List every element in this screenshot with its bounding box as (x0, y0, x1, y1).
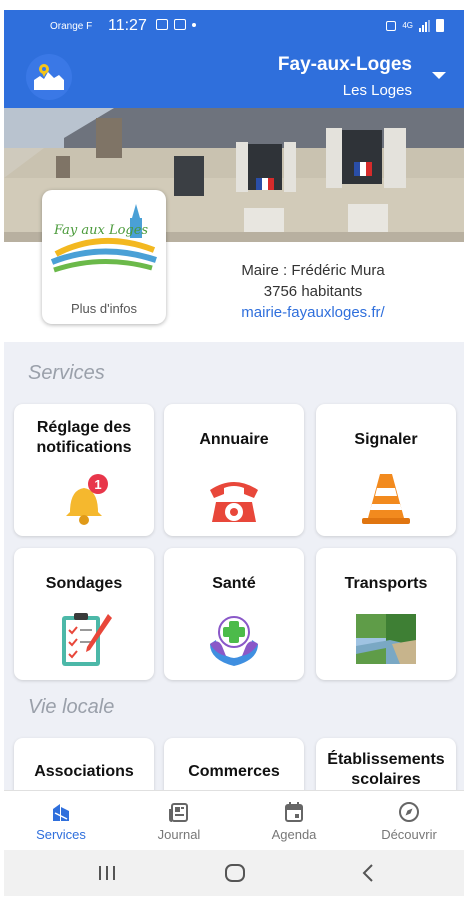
canal-photo-icon (356, 614, 416, 664)
app-header: Fay-aux-Loges Les Loges (4, 44, 464, 108)
app-logo-icon[interactable] (26, 54, 72, 100)
commune-logo-card[interactable]: Fay aux Loges Plus d'infos (42, 190, 166, 324)
svg-text:Fay aux Loges: Fay aux Loges (53, 223, 148, 238)
alarm-icon (386, 20, 397, 31)
newspaper-icon (169, 803, 188, 822)
section-title-services: Services (28, 362, 105, 384)
tile-label: Établissements scolaires (327, 751, 445, 788)
message-icon (174, 19, 186, 30)
nav-journal[interactable]: Journal (134, 801, 224, 842)
clipboard-icon (62, 613, 112, 666)
battery-icon (436, 19, 444, 32)
nav-label: Services (36, 827, 86, 842)
tile-label: Annuaire (199, 431, 269, 448)
tile-commerces[interactable]: Commerces (164, 738, 304, 790)
nav-agenda[interactable]: Agenda (249, 801, 339, 842)
mayor-name: Maire : Frédéric Mura (241, 262, 385, 279)
website-link[interactable]: mairie-fayauxloges.fr/ (208, 302, 418, 323)
mayor-info: Maire : Frédéric Mura 3756 habitants mai… (208, 260, 418, 323)
gallery-icon (156, 19, 168, 30)
clock: 11:27 (108, 17, 147, 34)
city-selector[interactable]: Fay-aux-Loges Les Loges (278, 54, 412, 99)
home-icon[interactable] (224, 863, 246, 883)
tile-label: Transports (344, 575, 428, 592)
tile-label: Signaler (354, 431, 418, 448)
tile-sante[interactable]: Santé (164, 548, 304, 680)
phone-screen: Orange F 11:27 4G Fay-aux-Loges Les Loge… (4, 10, 464, 896)
tile-label: Associations (34, 763, 134, 780)
notification-icons (156, 19, 196, 30)
tile-label: Commerces (188, 763, 280, 780)
city-name: Fay-aux-Loges (277, 54, 412, 75)
carrier-label: Orange F (50, 21, 93, 32)
more-dot-icon (192, 22, 196, 27)
status-bar: Orange F 11:27 4G (4, 10, 464, 44)
tile-transports[interactable]: Transports (316, 548, 456, 680)
bottom-navigation: Services Journal Agenda Découvrir (4, 790, 464, 850)
commune-logo-icon: Fay aux Loges (50, 204, 157, 273)
system-icons: 4G (386, 19, 444, 32)
services-icon (53, 804, 69, 821)
tile-label: Santé (212, 575, 256, 592)
tile-annuaire[interactable]: Annuaire (164, 404, 304, 536)
signal-icon (419, 19, 430, 32)
chevron-down-icon[interactable] (432, 72, 446, 79)
nav-label: Agenda (271, 827, 317, 842)
telephone-icon (210, 482, 258, 522)
bell-icon: 1 (66, 474, 108, 525)
population: 3756 habitants (263, 283, 363, 300)
nav-label: Journal (157, 827, 201, 842)
more-info-label: Plus d'infos (70, 301, 138, 316)
recent-apps-icon[interactable] (96, 863, 118, 883)
tile-label: Sondages (45, 575, 123, 592)
traffic-cone-icon (362, 474, 410, 524)
health-cross-icon (210, 616, 258, 666)
tile-notifications[interactable]: Réglage des notifications 1 (14, 404, 154, 536)
nav-services[interactable]: Services (16, 801, 106, 842)
section-title-vie-locale: Vie locale (28, 696, 115, 718)
city-subtitle: Les Loges (342, 82, 412, 99)
tile-etablissements-scolaires[interactable]: Établissements scolaires (316, 738, 456, 790)
compass-icon (399, 802, 419, 822)
tile-sondages[interactable]: Sondages (14, 548, 154, 680)
system-navigation-bar (4, 850, 464, 896)
svg-text:1: 1 (94, 477, 101, 492)
tile-associations[interactable]: Associations (14, 738, 154, 790)
back-icon[interactable] (358, 863, 380, 883)
network-type: 4G (402, 21, 413, 30)
nav-decouvrir[interactable]: Découvrir (364, 801, 454, 842)
tile-signaler[interactable]: Signaler (316, 404, 456, 536)
nav-label: Découvrir (381, 827, 437, 842)
calendar-icon (285, 802, 303, 822)
services-content[interactable]: Services Réglage des notifications 1 Ann… (4, 342, 464, 790)
tile-label: Réglage des notifications (36, 419, 132, 456)
